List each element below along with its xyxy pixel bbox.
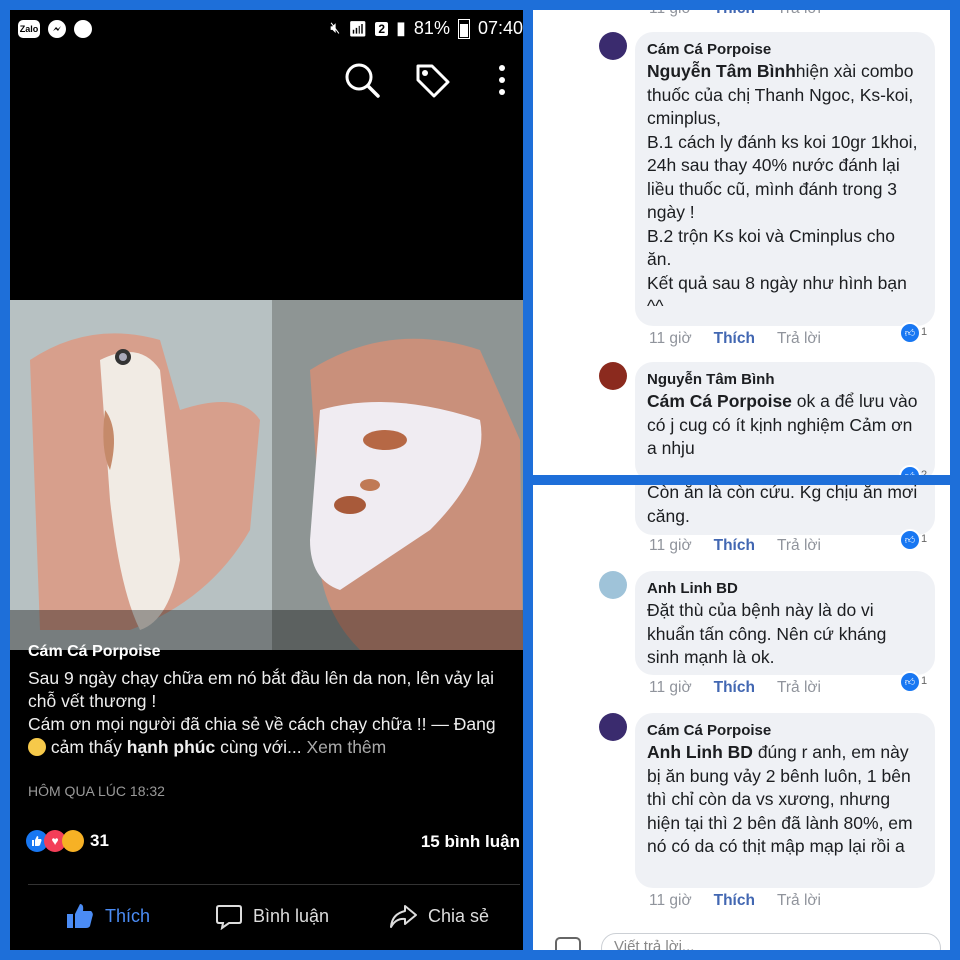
post-text-line2: Cám ơn mọi người đã chia sẻ về cách chạy…	[28, 713, 513, 759]
comment-text: Anh Linh BD đúng r anh, em này bị ăn bun…	[647, 741, 923, 859]
avatar[interactable]	[599, 571, 627, 599]
comment-like-link[interactable]: Thích	[714, 537, 755, 555]
post-timestamp: HÔM QUA LÚC 18:32	[28, 783, 165, 799]
comment-mention[interactable]: Cám Cá Porpoise	[647, 391, 792, 411]
like-button[interactable]: Thích	[65, 902, 150, 930]
reaction-summary[interactable]: ♥ 31	[26, 830, 109, 852]
comment-text: Đặt thù của bệnh này là do vi khuẩn tấn …	[647, 600, 887, 667]
post-viewer-panel: Zalo 🔇︎ 📶︎ 2 ▮ 81% 07:40 Cám Cá Porpoise…	[10, 10, 523, 950]
comment-time: 11 giờ	[649, 330, 692, 347]
comment-mention[interactable]: Anh Linh BD	[647, 742, 753, 762]
status-bar: Zalo 🔇︎ 📶︎ 2 ▮ 81% 07:40	[10, 16, 523, 42]
post-with: cùng với...	[220, 737, 302, 757]
comment-bubble: Còn ăn là còn cứu. Kg chịu ăn mơi căng.	[635, 485, 935, 535]
comments-panel-top: 11 giờ Thích Trả lời Cám Cá Porpoise Ngu…	[533, 10, 950, 475]
comment-like-badge-icon: 👍︎	[899, 671, 921, 693]
comment-like-badge-icon: 👍︎	[899, 529, 921, 551]
comment-text: Nguyễn Tâm Bìnhhiện xài combo thuốc của …	[647, 60, 923, 319]
comment-time: 11 giờ	[649, 892, 692, 909]
more-icon[interactable]	[480, 58, 523, 102]
comment-text: Cám Cá Porpoise ok a để lưu vào có j cug…	[647, 390, 923, 461]
comment-bubble: Anh Linh BD Đặt thù của bệnh này là do v…	[635, 571, 935, 675]
post-text-line1: Sau 9 ngày chạy chữa em nó bắt đầu lên d…	[28, 668, 495, 711]
avatar[interactable]	[599, 362, 627, 390]
comment-bubble: Cám Cá Porpoise Anh Linh BD đúng r anh, …	[635, 713, 935, 888]
comment-meta: 11 giờ Thích Trả lời	[649, 892, 821, 910]
comment-like-link[interactable]: Thích	[714, 330, 755, 348]
comment-like-count: 1	[921, 326, 928, 338]
wifi-icon: 📶︎	[348, 20, 368, 38]
post-text-prefix: Cám ơn mọi người đã chia sẻ về cách chạy…	[28, 714, 496, 734]
haha-reaction-icon	[62, 830, 84, 852]
comment-like-badge-icon: 👍︎	[899, 322, 921, 344]
app-icon	[74, 20, 92, 38]
comment-meta: 11 giờ Thích Trả lời	[649, 537, 821, 555]
comment-label: Bình luận	[253, 905, 330, 926]
battery-icon	[457, 18, 470, 39]
comment-meta-cut: 11 giờ Thích Trả lời	[649, 10, 821, 18]
comment-meta: 11 giờ Thích Trả lời	[649, 330, 821, 348]
zalo-icon: Zalo	[18, 20, 40, 38]
comment-time: 11 giờ	[649, 10, 692, 18]
battery-percent: 81%	[413, 18, 450, 38]
post-feeling-bold: hạnh phúc	[126, 737, 216, 757]
comment-count[interactable]: 15 bình luận	[421, 832, 520, 852]
tag-icon[interactable]	[410, 58, 454, 102]
comment-like-link[interactable]: Thích	[714, 892, 755, 910]
comment-time: 11 giờ	[649, 537, 692, 554]
avatar[interactable]	[599, 713, 627, 741]
messenger-icon	[48, 20, 66, 38]
signal-icon: ▮	[396, 18, 406, 38]
comment-bubble: Nguyễn Tâm Bình Cám Cá Porpoise ok a để …	[635, 362, 935, 475]
comment-author[interactable]: Anh Linh BD	[647, 579, 923, 599]
post-author[interactable]: Cám Cá Porpoise	[28, 640, 513, 663]
share-button[interactable]: Chia sẻ	[388, 902, 489, 930]
thumbs-up-icon	[67, 904, 93, 928]
smile-emoji-icon	[28, 738, 46, 756]
search-icon[interactable]	[340, 58, 384, 102]
comment-author[interactable]: Nguyễn Tâm Bình	[647, 370, 923, 390]
avatar[interactable]	[599, 32, 627, 60]
comment-like-link[interactable]: Thích	[714, 10, 755, 18]
comment-body: hiện xài combo thuốc của chị Thanh Ngoc,…	[647, 61, 918, 316]
camera-icon[interactable]	[555, 937, 581, 950]
comment-button[interactable]: Bình luận	[215, 902, 329, 930]
comment-meta: 11 giờ Thích Trả lời	[649, 679, 821, 697]
post-photo[interactable]	[10, 300, 523, 650]
share-label: Chia sẻ	[428, 905, 490, 926]
comment-reply-link[interactable]: Trả lời	[777, 679, 821, 697]
comment-icon	[216, 905, 242, 930]
post-feeling: cảm thấy	[50, 737, 122, 757]
clock: 07:40	[477, 18, 523, 38]
reply-placeholder: Viết trả lời...	[614, 938, 695, 950]
comment-author[interactable]: Cám Cá Porpoise	[647, 721, 923, 741]
comment-time: 11 giờ	[649, 679, 692, 696]
comments-panel-bottom: Còn ăn là còn cứu. Kg chịu ăn mơi căng. …	[533, 485, 950, 950]
comment-bubble: Cám Cá Porpoise Nguyễn Tâm Bìnhhiện xài …	[635, 32, 935, 326]
comment-like-count: 1	[921, 533, 928, 545]
share-icon	[390, 905, 417, 928]
comment-reply-link[interactable]: Trả lời	[777, 10, 821, 18]
divider	[28, 884, 520, 885]
sim-badge: 2	[375, 21, 389, 36]
comment-text: Còn ăn là còn cứu. Kg chịu ăn mơi căng.	[647, 485, 918, 526]
reaction-count: 31	[90, 831, 109, 850]
comment-reply-link[interactable]: Trả lời	[777, 892, 821, 910]
see-more-link[interactable]: Xem thêm	[306, 737, 386, 757]
comment-like-count: 1	[921, 675, 928, 687]
comment-mention[interactable]: Nguyễn Tâm Bình	[647, 61, 796, 81]
like-label: Thích	[105, 905, 151, 926]
comment-reply-link[interactable]: Trả lời	[777, 537, 821, 555]
post-caption: Cám Cá Porpoise Sau 9 ngày chạy chữa em …	[28, 640, 513, 759]
mute-icon: 🔇︎	[330, 19, 341, 37]
reply-input[interactable]: Viết trả lời...	[601, 933, 941, 950]
comment-reply-link[interactable]: Trả lời	[777, 330, 821, 348]
comment-author[interactable]: Cám Cá Porpoise	[647, 40, 923, 60]
comment-like-link[interactable]: Thích	[714, 679, 755, 697]
comment-like-count: 2	[921, 469, 928, 475]
